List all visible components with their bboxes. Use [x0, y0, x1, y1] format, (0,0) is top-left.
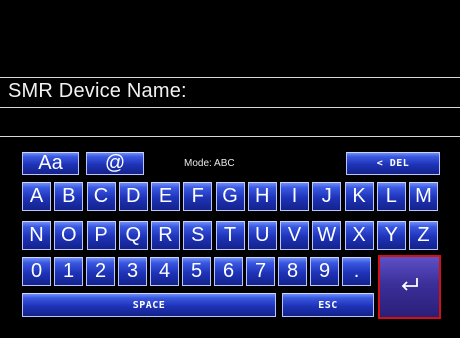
- case-toggle-button[interactable]: Aa: [22, 152, 79, 175]
- mode-indicator: Mode: ABC: [184, 158, 235, 169]
- key-n[interactable]: N: [22, 221, 51, 250]
- key-j[interactable]: J: [312, 182, 342, 211]
- key-m[interactable]: M: [409, 182, 438, 211]
- key-o[interactable]: O: [54, 221, 84, 250]
- key-a[interactable]: A: [22, 182, 51, 211]
- divider-middle: [0, 107, 460, 108]
- key-period[interactable]: .: [342, 257, 371, 286]
- key-z[interactable]: Z: [409, 221, 438, 250]
- key-f[interactable]: F: [183, 182, 213, 211]
- key-6[interactable]: 6: [214, 257, 243, 286]
- key-r[interactable]: R: [151, 221, 180, 250]
- divider-bottom: [0, 136, 460, 137]
- key-e[interactable]: E: [151, 182, 180, 211]
- key-d[interactable]: D: [118, 182, 148, 211]
- divider-top: [0, 77, 460, 78]
- key-2[interactable]: 2: [86, 257, 115, 286]
- key-k[interactable]: K: [344, 182, 374, 211]
- key-u[interactable]: U: [247, 221, 277, 250]
- space-button[interactable]: SPACE: [22, 293, 276, 317]
- key-7[interactable]: 7: [246, 257, 275, 286]
- key-q[interactable]: Q: [118, 221, 148, 250]
- key-x[interactable]: X: [344, 221, 374, 250]
- device-name-input[interactable]: [8, 110, 452, 134]
- key-c[interactable]: C: [86, 182, 116, 211]
- key-v[interactable]: V: [280, 221, 309, 250]
- key-1[interactable]: 1: [54, 257, 83, 286]
- delete-button[interactable]: < DEL: [346, 152, 440, 175]
- key-g[interactable]: G: [215, 182, 245, 211]
- key-0[interactable]: 0: [22, 257, 51, 286]
- return-arrow-icon: [398, 275, 422, 300]
- esc-button[interactable]: ESC: [282, 293, 374, 317]
- key-5[interactable]: 5: [182, 257, 211, 286]
- key-s[interactable]: S: [183, 221, 213, 250]
- enter-button[interactable]: [378, 255, 441, 319]
- key-w[interactable]: W: [312, 221, 342, 250]
- key-4[interactable]: 4: [150, 257, 179, 286]
- key-l[interactable]: L: [376, 182, 406, 211]
- key-3[interactable]: 3: [118, 257, 147, 286]
- key-9[interactable]: 9: [310, 257, 339, 286]
- key-y[interactable]: Y: [376, 221, 406, 250]
- key-t[interactable]: T: [215, 221, 245, 250]
- key-b[interactable]: B: [54, 182, 84, 211]
- key-8[interactable]: 8: [278, 257, 307, 286]
- at-sign-button[interactable]: @: [86, 152, 144, 175]
- key-i[interactable]: I: [280, 182, 309, 211]
- device-name-label: SMR Device Name:: [8, 80, 187, 102]
- key-p[interactable]: P: [86, 221, 116, 250]
- key-h[interactable]: H: [247, 182, 277, 211]
